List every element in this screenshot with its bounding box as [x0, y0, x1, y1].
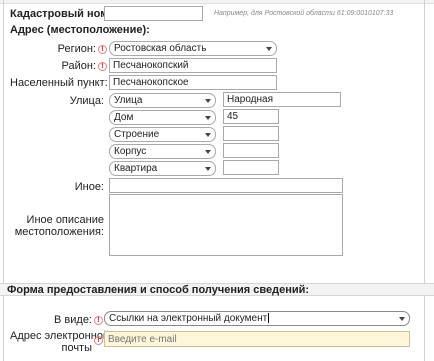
region-select[interactable]: Ростовская область — [109, 41, 277, 56]
text-cursor — [268, 313, 270, 324]
top-stripe — [0, 0, 434, 4]
building-type-select[interactable]: Строение — [109, 127, 216, 142]
required-icon: ! — [94, 336, 103, 345]
other-desc-textarea[interactable] — [109, 194, 343, 256]
region-label: Регион: — [57, 43, 96, 55]
district-input[interactable]: Песчанокопский — [109, 58, 277, 73]
house-type-select[interactable]: Дом — [109, 110, 216, 125]
building-input[interactable] — [223, 126, 279, 141]
address-heading: Адрес (местоположение): — [10, 24, 150, 36]
chevron-down-icon — [205, 133, 211, 137]
cadastral-input[interactable] — [104, 6, 203, 21]
chevron-down-icon — [266, 47, 272, 51]
apartment-type-value: Квартира — [114, 163, 158, 174]
delivery-form-value: Ссылки на электронный документ — [109, 313, 268, 324]
chevron-down-icon — [399, 317, 405, 321]
apartment-type-select[interactable]: Квартира — [109, 161, 216, 176]
region-select-value: Ростовская область — [114, 43, 207, 54]
street-label: Улица: — [69, 95, 104, 107]
block-input[interactable] — [223, 143, 279, 158]
block-type-select[interactable]: Корпус — [109, 144, 216, 159]
apartment-input[interactable] — [223, 160, 279, 175]
required-icon: ! — [98, 62, 107, 71]
settlement-label: Населенный пункт: — [10, 77, 108, 89]
other-label: Иное: — [74, 181, 104, 193]
email-label-line1: Адрес электронной — [10, 330, 110, 342]
chevron-down-icon — [205, 150, 211, 154]
district-label: Район: — [61, 60, 96, 72]
frame-left-border — [3, 0, 4, 361]
street-type-value: Улица — [114, 95, 143, 106]
street-input[interactable]: Народная — [223, 92, 341, 107]
chevron-down-icon — [205, 116, 211, 120]
house-input[interactable]: 45 — [223, 109, 279, 124]
delivery-heading: Форма предоставления и способ получения … — [7, 284, 310, 296]
house-type-value: Дом — [114, 112, 134, 123]
street-type-select[interactable]: Улица — [109, 93, 216, 108]
chevron-down-icon — [205, 99, 211, 103]
chevron-down-icon — [205, 167, 211, 171]
other-desc-label-line1: Иное описание — [26, 214, 104, 226]
block-type-value: Корпус — [114, 146, 147, 157]
other-desc-label-line2: местоположения: — [14, 226, 104, 238]
required-icon: ! — [94, 316, 103, 325]
building-type-value: Строение — [114, 129, 160, 140]
delivery-form-select[interactable]: Ссылки на электронный документ — [104, 311, 410, 326]
cadastral-hint: Например, для Ростовской области 61:09:0… — [214, 10, 394, 17]
other-input[interactable] — [109, 178, 343, 193]
settlement-input[interactable]: Песчанокопское — [109, 75, 277, 90]
email-input[interactable] — [104, 331, 410, 347]
required-icon: ! — [98, 45, 107, 54]
form-label: В виде: — [54, 314, 92, 326]
cadastral-label: Кадастровый номер: — [10, 8, 125, 20]
frame-right-border — [424, 0, 425, 361]
email-label-line2: почты — [61, 342, 92, 354]
